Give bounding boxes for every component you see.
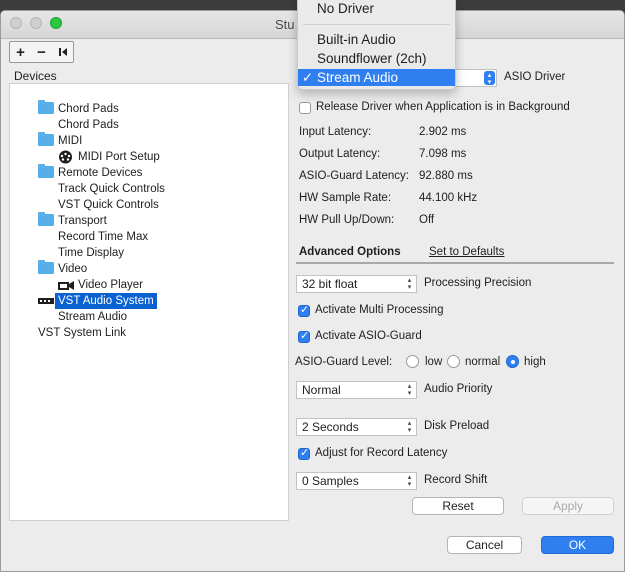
release-driver-label: Release Driver when Application is in Ba… xyxy=(316,101,570,113)
record-latency-label: Adjust for Record Latency xyxy=(315,447,448,459)
ok-button[interactable]: OK xyxy=(541,536,614,554)
hw-sample-rate-value: 44.100 kHz xyxy=(419,192,478,204)
asio-driver-select[interactable]: ▴ ▾ xyxy=(454,69,497,87)
menu-item-stream-audio[interactable]: ✓ Stream Audio xyxy=(298,69,455,86)
guard-level-normal-radio[interactable] xyxy=(447,355,460,368)
release-driver-checkbox[interactable] xyxy=(299,102,311,114)
menu-separator xyxy=(303,24,450,25)
tree-item-midi-port-setup[interactable]: MIDI Port Setup xyxy=(78,149,160,165)
set-to-defaults-link[interactable]: Set to Defaults xyxy=(429,246,504,258)
tree-item-stream-audio[interactable]: Stream Audio xyxy=(58,309,127,325)
processing-precision-value: 32 bit float xyxy=(302,277,358,291)
tree-item-record-time-max[interactable]: Record Time Max xyxy=(58,229,148,245)
tree-item-video-player[interactable]: Video Player xyxy=(78,277,143,293)
updown-icon: ▴ ▾ xyxy=(407,383,412,397)
hw-pull-value: Off xyxy=(419,214,435,226)
disk-preload-select[interactable]: 2 Seconds ▴ ▾ xyxy=(296,418,417,436)
input-latency-value: 2.902 ms xyxy=(419,126,467,138)
multi-processing-checkbox[interactable] xyxy=(298,303,310,317)
processing-precision-label: Processing Precision xyxy=(424,277,532,289)
tab-divider xyxy=(296,262,614,264)
hw-pull-label: HW Pull Up/Down: xyxy=(299,214,395,226)
guard-level-normal-label: normal xyxy=(465,356,501,368)
record-shift-input[interactable]: 0 Samples ▴ ▾ xyxy=(296,472,417,490)
record-shift-label: Record Shift xyxy=(424,474,488,486)
tree-item-vst-system-link[interactable]: VST System Link xyxy=(38,325,126,341)
folder-icon xyxy=(38,164,54,178)
record-latency-checkbox[interactable] xyxy=(298,446,310,460)
studio-setup-window: Stu + − Devices Chord Pads Chord Pads MI… xyxy=(0,10,625,572)
asio-guard-checkbox[interactable] xyxy=(298,329,310,343)
zoom-window-button[interactable] xyxy=(50,17,62,29)
midi-icon xyxy=(59,150,72,164)
folder-icon xyxy=(38,132,54,146)
menu-item-no-driver[interactable]: No Driver xyxy=(298,0,455,17)
skip-back-icon xyxy=(58,48,67,56)
tree-item-vst-audio-system[interactable]: VST Audio System xyxy=(55,293,157,309)
multi-processing-label: Activate Multi Processing xyxy=(315,304,444,316)
updown-icon: ▴ ▾ xyxy=(407,474,412,488)
reset-button[interactable]: Reset xyxy=(412,497,504,515)
processing-precision-select[interactable]: 32 bit float ▴ ▾ xyxy=(296,275,417,293)
tree-item-chord-pads-folder[interactable]: Chord Pads xyxy=(58,101,119,117)
hw-sample-rate-label: HW Sample Rate: xyxy=(299,192,392,204)
asio-guard-label: Activate ASIO-Guard xyxy=(315,330,422,342)
tree-item-transport-folder[interactable]: Transport xyxy=(58,213,107,229)
minimize-window-button[interactable] xyxy=(30,17,42,29)
add-device-button[interactable]: + xyxy=(10,42,31,62)
guard-level-low-radio[interactable] xyxy=(406,355,419,368)
output-latency-label: Output Latency: xyxy=(299,148,381,160)
tab-advanced-options[interactable]: Advanced Options xyxy=(299,246,401,258)
audio-icon xyxy=(38,298,54,304)
devices-label: Devices xyxy=(14,69,57,83)
cancel-button[interactable]: Cancel xyxy=(447,536,522,554)
audio-priority-label: Audio Priority xyxy=(424,383,493,395)
checkmark-icon: ✓ xyxy=(301,70,314,85)
audio-priority-select[interactable]: Normal ▴ ▾ xyxy=(296,381,417,399)
reset-device-button[interactable] xyxy=(52,42,73,62)
tree-item-time-display[interactable]: Time Display xyxy=(58,245,124,261)
tree-item-video-folder[interactable]: Video xyxy=(58,261,87,277)
video-icon xyxy=(58,281,74,290)
updown-icon: ▴ ▾ xyxy=(407,277,412,291)
window-title: Stu xyxy=(275,17,295,32)
device-toolbar: + − xyxy=(9,41,74,63)
folder-icon xyxy=(38,212,54,226)
menu-item-soundflower[interactable]: Soundflower (2ch) xyxy=(298,50,455,67)
guard-level-label: ASIO-Guard Level: xyxy=(295,356,393,368)
tree-item-remote-devices-folder[interactable]: Remote Devices xyxy=(58,165,142,181)
asio-driver-menu: No Driver Built-in Audio Soundflower (2c… xyxy=(297,0,456,90)
menu-item-stream-audio-label: Stream Audio xyxy=(317,70,399,85)
close-window-button[interactable] xyxy=(10,17,22,29)
record-shift-value: 0 Samples xyxy=(302,474,359,488)
updown-icon: ▴ ▾ xyxy=(484,71,495,86)
disk-preload-value: 2 Seconds xyxy=(302,420,359,434)
updown-icon: ▴ ▾ xyxy=(407,420,412,434)
remove-device-button[interactable]: − xyxy=(31,42,52,62)
apply-button[interactable]: Apply xyxy=(522,497,614,515)
asio-guard-latency-label: ASIO-Guard Latency: xyxy=(299,170,409,182)
output-latency-value: 7.098 ms xyxy=(419,148,467,160)
asio-guard-latency-value: 92.880 ms xyxy=(419,170,473,182)
menu-item-built-in-audio[interactable]: Built-in Audio xyxy=(298,31,455,48)
tree-item-chord-pads[interactable]: Chord Pads xyxy=(58,117,119,133)
input-latency-label: Input Latency: xyxy=(299,126,372,138)
asio-driver-label: ASIO Driver xyxy=(504,71,566,83)
audio-priority-value: Normal xyxy=(302,383,341,397)
tree-item-vst-quick-controls[interactable]: VST Quick Controls xyxy=(58,197,159,213)
folder-icon xyxy=(38,100,54,114)
guard-level-high-radio[interactable] xyxy=(506,355,519,368)
guard-level-low-label: low xyxy=(425,356,443,368)
tree-item-track-quick-controls[interactable]: Track Quick Controls xyxy=(58,181,165,197)
guard-level-high-label: high xyxy=(524,356,546,368)
tree-item-midi-folder[interactable]: MIDI xyxy=(58,133,82,149)
disk-preload-label: Disk Preload xyxy=(424,420,490,432)
folder-icon xyxy=(38,260,54,274)
device-tree: Chord Pads Chord Pads MIDI MIDI Port Set… xyxy=(9,83,289,521)
